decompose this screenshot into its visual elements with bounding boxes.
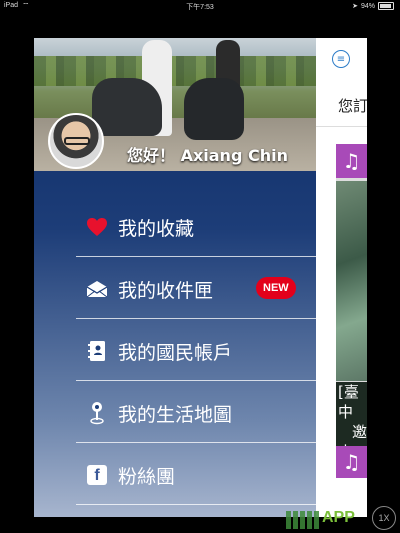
battery-percent: 94% [360,2,375,10]
battery-indicator: ➤ 94% [352,2,394,10]
menu-item-life-map[interactable]: 我的生活地圖 [76,383,316,443]
menu-item-inbox[interactable]: 我的收件匣 NEW [76,259,316,319]
menu-divider [76,256,316,257]
music-note-icon: ♫ [336,144,367,178]
menu-item-fan-page[interactable]: f 粉絲團 [76,445,316,505]
map-pin-icon [86,402,108,425]
menu-divider [76,318,316,319]
menu-item-national-account[interactable]: 我的國民帳戶 [76,321,316,381]
menu-divider [76,442,316,443]
menu-toggle-button[interactable]: ≡ [332,50,350,68]
card-photo [336,181,367,381]
greeting-text: 您好！ Axiang Chin [127,146,288,165]
facebook-icon: f [86,464,108,486]
menu-divider [76,380,316,381]
side-drawer: 您好！ Axiang Chin 我的收藏 我的收件匣 NEW 我的國民帳戶 我的… [34,38,316,517]
envelope-icon [86,278,108,300]
caption-line: 邀 [352,423,367,441]
app-screen: ≡ 您訂 ♫ [臺中 邀 中認 ♫ 您好！ A [34,38,367,517]
heart-icon [86,216,108,238]
hamburger-icon: ≡ [336,53,346,65]
status-bar: iPad ⌔ 下午7:53 ➤ 94% [0,0,400,12]
caption-line: [臺中 [338,383,359,421]
content-subtitle: 您訂 [338,97,367,115]
watermark-text: APP [322,509,355,526]
facebook-logo: f [87,465,107,485]
menu-item-label: 我的國民帳戶 [118,341,233,364]
new-badge: NEW [256,277,296,299]
menu-item-label: 我的收藏 [118,217,195,240]
status-clock: 下午7:53 [186,4,214,11]
zoom-button[interactable]: 1X [372,506,396,530]
watermark-bars [286,511,320,529]
battery-icon [378,2,394,10]
location-arrow-icon: ➤ [352,3,358,10]
cover-photo: 您好！ Axiang Chin [34,38,316,171]
menu-divider [76,504,316,505]
menu-item-label: 我的生活地圖 [118,403,233,426]
music-note-icon[interactable]: ♫ [336,446,367,478]
address-book-icon [86,340,108,362]
content-card[interactable]: ♫ [臺中 邀 中認 [336,144,367,477]
menu-item-label: 粉絲團 [118,465,176,488]
avatar[interactable] [48,113,104,169]
menu-item-label: 我的收件匣 [118,279,214,302]
menu-item-favorites[interactable]: 我的收藏 [76,197,316,257]
content-divider [316,126,367,127]
